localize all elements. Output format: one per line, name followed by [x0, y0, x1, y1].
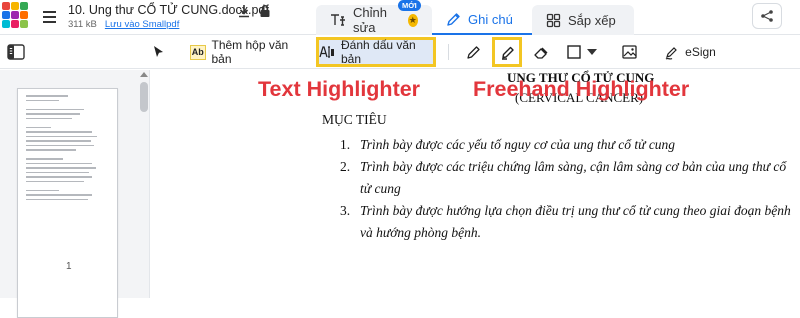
highlight-text-button[interactable]: Đánh dấu văn bản — [316, 37, 436, 67]
thumbnail-line — [26, 198, 89, 200]
thumbnail-line — [26, 135, 97, 137]
thumbnail-line — [26, 176, 93, 178]
document-page[interactable]: UNG THƯ CỔ TỬ CUNG (CERVICAL CANCER) MỤC… — [152, 70, 800, 298]
grid-icon — [546, 13, 561, 28]
annotation-toolbar: Ab Thêm hộp văn bản Đánh dấu văn bản eSi… — [0, 35, 800, 69]
logo-tile — [11, 2, 19, 10]
thumbnail-line — [26, 167, 96, 169]
new-badge: MỚI — [398, 0, 421, 11]
thumbnail-line — [26, 144, 95, 146]
esign-label: eSign — [685, 45, 716, 59]
menu-button[interactable] — [38, 6, 60, 28]
text-box-icon: Ab — [190, 44, 206, 60]
logo-tile — [11, 20, 19, 28]
scrollbar-thumb[interactable] — [140, 82, 148, 112]
thumbnail-line — [26, 162, 93, 164]
highlight-text-label: Đánh dấu văn bản — [341, 38, 416, 66]
sidebar-toggle-button[interactable] — [5, 39, 27, 65]
thumbnail-line — [26, 131, 93, 133]
insert-image-tool[interactable] — [620, 39, 638, 65]
tab-label: Sắp xếp — [568, 12, 616, 28]
logo-tile — [20, 20, 28, 28]
objectives-list: 1. Trình bày được các yếu tố nguy cơ của … — [340, 134, 800, 244]
save-to-smallpdf-link[interactable]: Lưu vào Smallpdf — [105, 19, 179, 30]
signature-pen-icon — [664, 45, 679, 60]
list-item: 2. Trình bày được các triệu chứng lâm sàn… — [340, 159, 787, 196]
top-bar: 10. Ung thư CỔ TỬ CUNG.docx.pdf 311 kB Lư… — [0, 0, 800, 35]
thumbnail-line — [26, 158, 64, 160]
lock-icon[interactable] — [259, 4, 271, 18]
thumbnail-line — [26, 189, 60, 191]
image-icon — [621, 45, 637, 59]
objectives-heading: MỤC TIÊU — [322, 112, 387, 127]
thumbnail-line — [26, 194, 93, 196]
download-icon[interactable] — [237, 4, 251, 18]
logo-tile — [2, 2, 10, 10]
add-text-box-button[interactable]: Ab Thêm hộp văn bản — [190, 38, 308, 66]
shape-tool[interactable] — [562, 39, 602, 65]
thumbnail-line — [26, 149, 76, 151]
tab-notes[interactable]: Ghi chú — [432, 5, 532, 35]
highlighter-pen-icon — [500, 45, 515, 60]
thumbnail-line — [26, 140, 91, 142]
file-size: 311 kB — [68, 19, 97, 30]
page-thumbnail[interactable] — [17, 88, 118, 318]
tab-arrange[interactable]: Sắp xếp — [532, 5, 634, 35]
pencil-icon — [446, 12, 461, 27]
cursor-arrow-icon — [153, 45, 165, 59]
app-logo[interactable] — [0, 0, 30, 30]
thumbnail-line — [26, 126, 51, 128]
premium-star-icon: ★ — [407, 13, 418, 27]
pen-tool[interactable] — [464, 39, 482, 65]
add-text-label: Thêm hộp văn bản — [211, 38, 289, 66]
toolbar-divider — [448, 44, 449, 60]
file-meta: 311 kB Lưu vào Smallpdf — [68, 19, 179, 30]
thumbnail-line — [26, 117, 72, 119]
pen-icon — [466, 45, 481, 60]
rectangle-icon — [567, 45, 581, 59]
thumbnail-line — [26, 185, 109, 187]
highlight-text-icon — [319, 45, 335, 60]
tab-label: Ghi chú — [468, 11, 513, 27]
eraser-tool[interactable] — [532, 39, 550, 65]
text-highlighter-annotation: Text Highlighter — [258, 77, 421, 101]
thumbnail-line — [26, 108, 85, 110]
logo-tile — [20, 11, 28, 19]
scroll-up-arrow-icon[interactable] — [140, 72, 148, 77]
logo-tile — [2, 20, 10, 28]
thumbnail-panel: 1 — [0, 70, 150, 318]
select-cursor-tool[interactable] — [150, 39, 168, 65]
text-cursor-icon — [330, 13, 346, 27]
page-number: 1 — [66, 261, 72, 272]
logo-tile — [20, 2, 28, 10]
thumbnail-line — [26, 171, 90, 173]
thumbnail-line — [26, 154, 109, 156]
thumbnail-line — [26, 104, 109, 106]
logo-tile — [2, 11, 10, 19]
sidebar-icon — [7, 44, 25, 60]
hamburger-icon — [42, 11, 56, 13]
freehand-highlighter-annotation: Freehand Highlighter — [473, 77, 690, 101]
thumbnail-line — [26, 113, 80, 115]
share-icon — [760, 9, 774, 23]
esign-button[interactable]: eSign — [664, 39, 716, 65]
logo-tile — [11, 11, 19, 19]
thumbnail-line — [26, 122, 109, 124]
thumbnail-line — [26, 180, 85, 182]
share-button[interactable] — [752, 3, 782, 29]
thumbnail-line — [26, 95, 68, 97]
chevron-down-icon — [587, 49, 597, 55]
thumbnail-line — [26, 99, 60, 101]
tab-label: Chỉnh sửa — [353, 5, 387, 35]
freehand-highlighter-tool[interactable] — [492, 37, 522, 67]
list-item: 1. Trình bày được các yếu tố nguy cơ của … — [340, 137, 676, 152]
list-item: 3. Trình bày được hướng lựa chọn điều trị… — [340, 203, 791, 240]
eraser-icon — [533, 45, 549, 60]
